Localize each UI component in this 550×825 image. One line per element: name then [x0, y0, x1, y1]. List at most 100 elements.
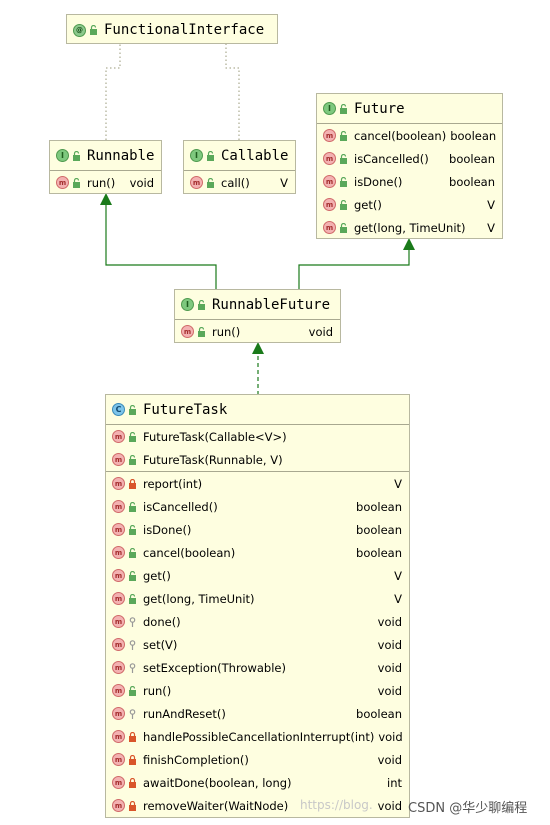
private-lock-icon — [129, 777, 136, 788]
extends-arrowhead-runnable — [100, 193, 112, 205]
method-row[interactable]: m isCancelled() boolean — [317, 147, 502, 170]
public-lock-icon — [207, 177, 214, 188]
extends-arrowhead-future — [403, 238, 415, 250]
public-lock-icon — [129, 593, 136, 604]
runnable-interface-box[interactable]: I Runnable m run() void — [49, 140, 162, 194]
method-row[interactable]: m finishCompletion() void — [106, 748, 409, 771]
method-row[interactable]: m setException(Throwable) void — [106, 656, 409, 679]
method-icon: m — [323, 198, 336, 211]
method-return-type: V — [394, 591, 402, 606]
method-row[interactable]: m isCancelled() boolean — [106, 495, 409, 518]
method-return-type: void — [378, 729, 403, 744]
runnablefuture-header: I RunnableFuture — [175, 290, 340, 320]
method-name: cancel(boolean) — [354, 128, 447, 143]
method-row[interactable]: m done() void — [106, 610, 409, 633]
method-name: run() — [143, 683, 172, 698]
method-row[interactable]: m isDone() boolean — [106, 518, 409, 541]
watermark-csdn: CSDN @华少聊编程 — [408, 801, 528, 816]
method-return-type: void — [377, 752, 402, 767]
method-row[interactable]: m runAndReset() boolean — [106, 702, 409, 725]
method-row[interactable]: m get(long, TimeUnit) V — [106, 587, 409, 610]
annotation-link-runnable — [105, 44, 121, 140]
method-row[interactable]: m get() V — [317, 193, 502, 216]
protected-key-icon — [129, 708, 136, 719]
method-icon: m — [112, 615, 125, 628]
method-return-type: V — [487, 197, 495, 212]
method-row[interactable]: m handlePossibleCancellationInterrupt(int… — [106, 725, 409, 748]
futuretask-header: C FutureTask — [106, 395, 409, 425]
method-icon: m — [323, 221, 336, 234]
future-method-list: m cancel(boolean) boolean m isCancelled() boo… — [317, 124, 502, 239]
method-name: call() — [221, 175, 250, 190]
method-return-type: void — [377, 637, 402, 652]
method-return-type: int — [387, 775, 402, 790]
method-icon: m — [112, 477, 125, 490]
protected-key-icon — [129, 662, 136, 673]
runnable-header: I Runnable — [50, 141, 161, 171]
futuretask-constructor-list: m FutureTask(Callable<V>) m FutureTask(Runn… — [106, 425, 409, 471]
method-icon: m — [190, 176, 203, 189]
method-name: run() — [87, 175, 116, 190]
interface-icon: I — [190, 149, 203, 162]
method-return-type: boolean — [449, 174, 495, 189]
method-row[interactable]: m FutureTask(Runnable, V) — [106, 448, 409, 471]
callable-interface-box[interactable]: I Callable m call() V — [183, 140, 296, 194]
future-header: I Future — [317, 94, 502, 124]
method-icon: m — [112, 546, 125, 559]
interface-icon: I — [56, 149, 69, 162]
protected-key-icon — [129, 639, 136, 650]
method-row[interactable]: m run() void — [175, 320, 340, 343]
method-icon: m — [56, 176, 69, 189]
annotation-icon: @ — [73, 23, 86, 37]
method-name: isCancelled() — [143, 499, 218, 514]
method-row[interactable]: m run() void — [50, 171, 161, 194]
method-icon: m — [323, 129, 336, 142]
method-row[interactable]: m get(long, TimeUnit) V — [317, 216, 502, 239]
private-lock-icon — [129, 478, 136, 489]
callable-header: I Callable — [184, 141, 295, 171]
method-row[interactable]: m report(int) V — [106, 472, 409, 495]
functional-interface-header: @ FunctionalInterface — [67, 15, 277, 45]
public-lock-icon — [129, 547, 136, 558]
public-lock-icon — [129, 454, 136, 465]
class-icon: C — [112, 403, 125, 416]
functional-interface-box[interactable]: @ FunctionalInterface — [66, 14, 278, 44]
method-name: FutureTask(Runnable, V) — [143, 452, 283, 467]
method-row[interactable]: m set(V) void — [106, 633, 409, 656]
public-lock-icon — [340, 176, 347, 187]
method-row[interactable]: m awaitDone(boolean, long) int — [106, 771, 409, 794]
method-row[interactable]: m isDone() boolean — [317, 170, 502, 193]
public-lock-icon — [340, 222, 347, 233]
method-icon: m — [112, 799, 125, 812]
method-row[interactable]: m FutureTask(Callable<V>) — [106, 425, 409, 448]
method-row[interactable]: m run() void — [106, 679, 409, 702]
public-lock-icon — [129, 570, 136, 581]
method-row[interactable]: m cancel(boolean) boolean — [317, 124, 502, 147]
method-icon: m — [112, 569, 125, 582]
public-lock-icon — [129, 685, 136, 696]
interface-icon: I — [181, 298, 194, 311]
private-lock-icon — [129, 754, 136, 765]
futuretask-method-list: m report(int) Vm isCancelled() boolean m isDon… — [106, 472, 409, 817]
futuretask-class-box[interactable]: C FutureTask m FutureTask(Callable<V>) m Fu… — [105, 394, 410, 818]
method-return-type: void — [308, 324, 333, 339]
method-return-type: boolean — [356, 499, 402, 514]
method-icon: m — [112, 753, 125, 766]
method-icon: m — [112, 430, 125, 443]
method-name: done() — [143, 614, 181, 629]
method-name: isDone() — [143, 522, 192, 537]
method-row[interactable]: m cancel(boolean) boolean — [106, 541, 409, 564]
method-row[interactable]: m call() V — [184, 171, 295, 194]
public-lock-icon — [129, 431, 136, 442]
method-icon: m — [112, 684, 125, 697]
public-lock-icon — [198, 299, 205, 310]
method-name: cancel(boolean) — [143, 545, 236, 560]
method-icon: m — [112, 592, 125, 605]
method-return-type: void — [377, 614, 402, 629]
method-row[interactable]: m get() V — [106, 564, 409, 587]
method-name: handlePossibleCancellationInterrupt(int) — [143, 729, 375, 744]
runnable-title: Runnable — [87, 147, 155, 164]
runnablefuture-interface-box[interactable]: I RunnableFuture m run() void — [174, 289, 341, 343]
method-return-type: boolean — [356, 545, 402, 560]
future-interface-box[interactable]: I Future m cancel(boolean) boolean m isCance… — [316, 93, 503, 239]
